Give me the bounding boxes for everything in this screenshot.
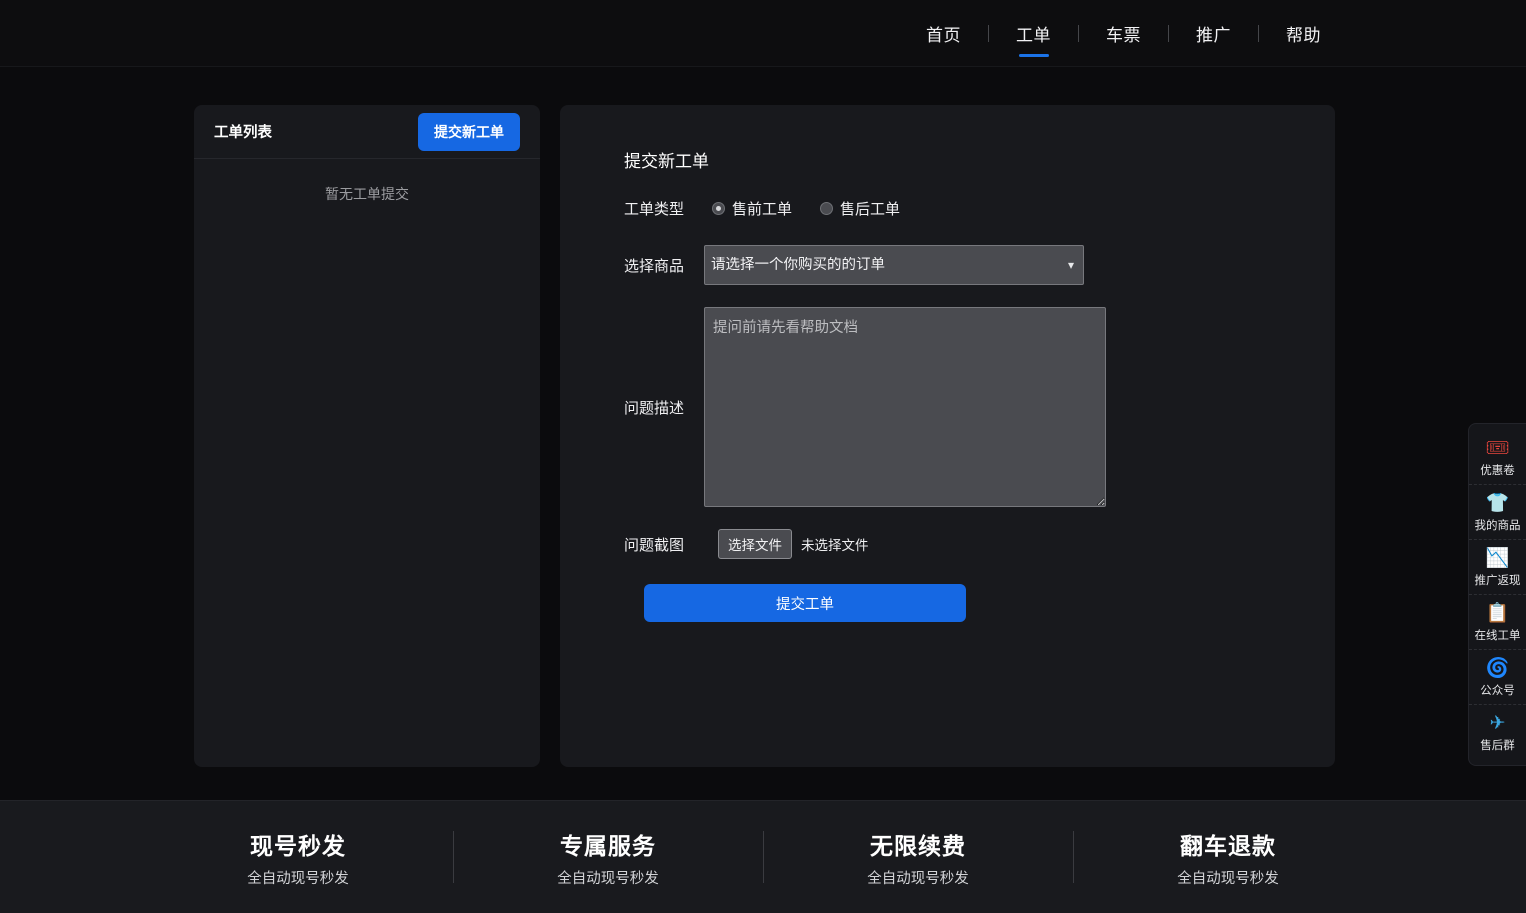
- ticket-list-title: 工单列表: [214, 121, 272, 142]
- dock-item-1[interactable]: 👕 我的商品: [1469, 484, 1526, 539]
- after-sales-group-icon: ✈: [1490, 713, 1506, 735]
- ticket-type-option-1[interactable]: 售后工单: [820, 198, 900, 219]
- ticket-form: 提交新工单 工单类型 售前工单 售后工单 选择商品 请选择一个你购买的的订单 ▾: [560, 105, 1335, 622]
- new-ticket-button[interactable]: 提交新工单: [418, 113, 520, 151]
- footer-column-0: 现号秒发全自动现号秒发: [143, 827, 453, 888]
- page-root: 首页 工单 车票 推广 帮助 工单列表 提交新工单 暂无工单提交 提交新工单 工单类型 …: [0, 0, 1526, 913]
- nav-item-4[interactable]: 帮助: [1259, 0, 1348, 67]
- nav-item-1[interactable]: 工单: [989, 0, 1078, 67]
- ticket-list-card: 工单列表 提交新工单 暂无工单提交: [194, 105, 540, 767]
- promotion-rebate-icon: 📉: [1486, 548, 1510, 570]
- footer-column-subtitle: 全自动现号秒发: [763, 867, 1073, 888]
- ticket-type-label: 工单类型: [624, 198, 696, 219]
- description-label: 问题描述: [624, 397, 696, 418]
- dock-item-label: 售后群: [1480, 737, 1515, 753]
- nav-item-label: 推广: [1196, 21, 1231, 46]
- nav-item-2[interactable]: 车票: [1079, 0, 1168, 67]
- footer-column-subtitle: 全自动现号秒发: [1073, 867, 1383, 888]
- ticket-type-option-label: 售前工单: [732, 198, 792, 219]
- side-dock: 🎟 优惠卷 👕 我的商品 📉 推广返现 📋 在线工单 🌀 公众号 ✈ 售后群: [1468, 423, 1526, 766]
- online-ticket-icon: 📋: [1486, 603, 1510, 625]
- footer-column-2: 无限续费全自动现号秒发: [763, 827, 1073, 888]
- file-status-text: 未选择文件: [801, 534, 869, 554]
- footer-column-subtitle: 全自动现号秒发: [453, 867, 763, 888]
- product-select[interactable]: 请选择一个你购买的的订单: [704, 245, 1084, 285]
- radio-icon[interactable]: [712, 202, 725, 215]
- dock-item-label: 优惠卷: [1480, 462, 1515, 478]
- product-row: 选择商品 请选择一个你购买的的订单 ▾: [624, 245, 1335, 285]
- submit-row: 提交工单: [644, 584, 1335, 622]
- coupon-icon: 🎟: [1485, 438, 1509, 460]
- dock-item-label: 我的商品: [1475, 517, 1521, 533]
- screenshot-label: 问题截图: [624, 534, 696, 555]
- dock-item-5[interactable]: ✈ 售后群: [1469, 704, 1526, 759]
- main-content: 工单列表 提交新工单 暂无工单提交 提交新工单 工单类型 售前工单 售后工单 选择…: [0, 67, 1526, 800]
- ticket-type-option-0[interactable]: 售前工单: [712, 198, 792, 219]
- product-label: 选择商品: [624, 255, 696, 276]
- footer-column-title: 现号秒发: [143, 827, 453, 861]
- choose-file-button[interactable]: 选择文件: [718, 529, 792, 559]
- my-goods-icon: 👕: [1486, 493, 1510, 515]
- official-account-icon: 🌀: [1486, 658, 1510, 680]
- footer-column-title: 无限续费: [763, 827, 1073, 861]
- ticket-list-empty-text: 暂无工单提交: [194, 159, 540, 204]
- footer-column-subtitle: 全自动现号秒发: [143, 867, 453, 888]
- radio-icon[interactable]: [820, 202, 833, 215]
- nav-item-label: 车票: [1106, 21, 1141, 46]
- product-select-wrap: 请选择一个你购买的的订单 ▾: [704, 245, 1084, 285]
- description-textarea[interactable]: [704, 307, 1106, 507]
- submit-ticket-button[interactable]: 提交工单: [644, 584, 966, 622]
- description-row: 问题描述: [624, 307, 1335, 507]
- dock-item-label: 公众号: [1480, 682, 1515, 698]
- form-title: 提交新工单: [624, 147, 1335, 172]
- dock-item-3[interactable]: 📋 在线工单: [1469, 594, 1526, 649]
- nav-item-label: 工单: [1016, 21, 1051, 46]
- footer: 现号秒发全自动现号秒发专属服务全自动现号秒发无限续费全自动现号秒发翻车退款全自动…: [0, 800, 1526, 913]
- ticket-type-option-label: 售后工单: [840, 198, 900, 219]
- footer-column-title: 专属服务: [453, 827, 763, 861]
- footer-column-1: 专属服务全自动现号秒发: [453, 827, 763, 888]
- dock-item-0[interactable]: 🎟 优惠卷: [1469, 430, 1526, 484]
- dock-item-label: 推广返现: [1475, 572, 1521, 588]
- nav-item-label: 帮助: [1286, 21, 1321, 46]
- footer-columns: 现号秒发全自动现号秒发专属服务全自动现号秒发无限续费全自动现号秒发翻车退款全自动…: [143, 827, 1383, 888]
- footer-column-title: 翻车退款: [1073, 827, 1383, 861]
- dock-item-4[interactable]: 🌀 公众号: [1469, 649, 1526, 704]
- dock-item-2[interactable]: 📉 推广返现: [1469, 539, 1526, 594]
- dock-item-label: 在线工单: [1475, 627, 1521, 643]
- top-header: 首页 工单 车票 推广 帮助: [0, 0, 1526, 67]
- nav-item-3[interactable]: 推广: [1169, 0, 1258, 67]
- main-nav: 首页 工单 车票 推广 帮助: [899, 0, 1526, 67]
- screenshot-row: 问题截图 选择文件 未选择文件: [624, 529, 1335, 559]
- nav-item-label: 首页: [926, 21, 961, 46]
- ticket-list-header: 工单列表 提交新工单: [194, 105, 540, 159]
- ticket-type-radio-group[interactable]: 售前工单 售后工单: [712, 198, 900, 219]
- footer-column-3: 翻车退款全自动现号秒发: [1073, 827, 1383, 888]
- ticket-form-card: 提交新工单 工单类型 售前工单 售后工单 选择商品 请选择一个你购买的的订单 ▾: [560, 105, 1335, 767]
- nav-item-0[interactable]: 首页: [899, 0, 988, 67]
- nav-active-indicator: [1019, 54, 1049, 57]
- ticket-type-row: 工单类型 售前工单 售后工单: [624, 198, 1335, 219]
